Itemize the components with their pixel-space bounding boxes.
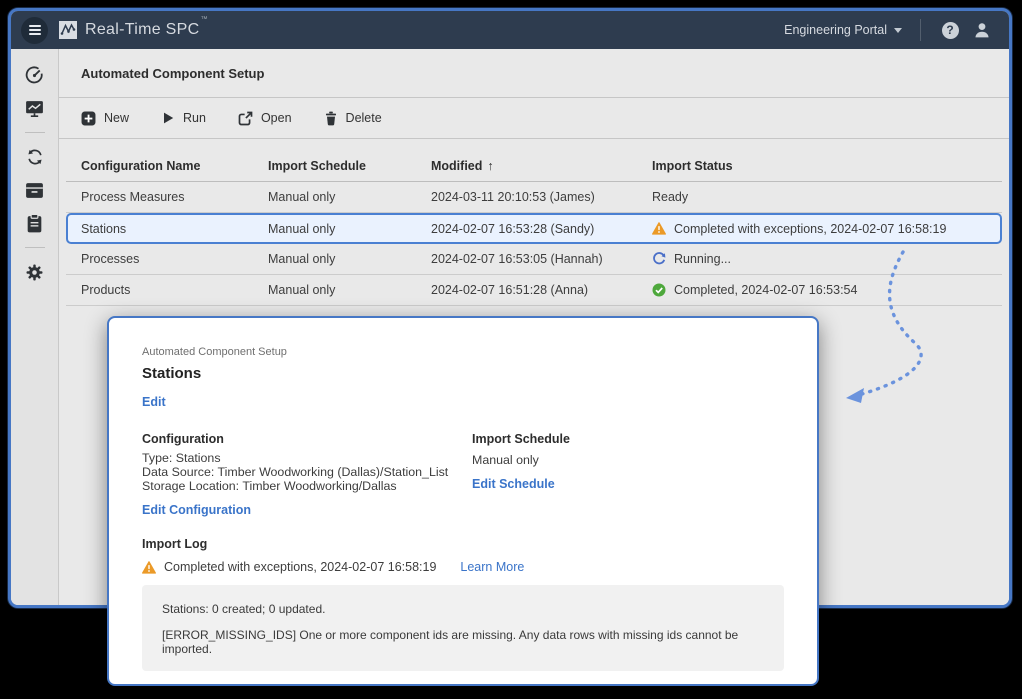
trash-icon (324, 111, 338, 126)
gear-icon (25, 263, 44, 282)
detail-panel: Automated Component Setup Stations Edit … (107, 316, 819, 686)
import-log-status-row: Completed with exceptions, 2024-02-07 16… (142, 560, 784, 574)
configuration-storage-location: Storage Location: Timber Woodworking/Dal… (142, 480, 472, 494)
header-configuration-name[interactable]: Configuration Name (81, 159, 268, 173)
cell-configuration-name: Products (81, 283, 268, 297)
cell-import-schedule: Manual only (268, 190, 431, 204)
cell-configuration-name: Process Measures (81, 190, 268, 204)
open-external-icon (238, 111, 253, 126)
header-import-schedule[interactable]: Import Schedule (268, 159, 431, 173)
configurations-table: Configuration Name Import Schedule Modif… (59, 139, 1009, 306)
cell-import-schedule: Manual only (268, 222, 431, 236)
toolbar: New Run Open (59, 98, 1009, 139)
play-icon (161, 111, 175, 125)
sidebar-item-clipboard[interactable] (23, 211, 47, 235)
new-button[interactable]: New (81, 111, 129, 126)
running-refresh-icon (652, 252, 666, 266)
header-import-status[interactable]: Import Status (652, 159, 987, 173)
cell-import-status: Completed, 2024-02-07 16:53:54 (652, 283, 987, 297)
import-log-heading: Import Log (142, 537, 784, 551)
archive-box-icon (24, 180, 45, 201)
import-schedule-section: Import Schedule Manual only Edit Schedul… (472, 432, 570, 519)
configuration-type: Type: Stations (142, 452, 472, 466)
configuration-section: Configuration Type: Stations Data Source… (142, 432, 472, 519)
status-text: Ready (652, 190, 688, 204)
left-sidebar (11, 49, 59, 605)
page-title: Automated Component Setup (59, 49, 1009, 98)
new-button-label: New (104, 111, 129, 125)
cell-import-status: Completed with exceptions, 2024-02-07 16… (652, 222, 987, 236)
portal-selector[interactable]: Engineering Portal (784, 23, 902, 37)
run-button-label: Run (183, 111, 206, 125)
help-button[interactable]: ? (939, 19, 961, 41)
cell-configuration-name: Processes (81, 252, 268, 266)
hamburger-menu-icon[interactable] (21, 17, 48, 44)
sidebar-item-sync[interactable] (23, 145, 47, 169)
cell-import-status: Running... (652, 252, 987, 266)
table-row[interactable]: Products Manual only 2024-02-07 16:51:28… (66, 275, 1002, 306)
table-row[interactable]: Processes Manual only 2024-02-07 16:53:0… (66, 244, 1002, 275)
chevron-down-icon (894, 28, 902, 33)
sort-ascending-icon: ↑ (487, 159, 493, 173)
cell-import-status: Ready (652, 190, 987, 204)
warning-icon (652, 222, 666, 235)
open-button[interactable]: Open (238, 111, 292, 126)
delete-button-label: Delete (346, 111, 382, 125)
help-icon: ? (942, 22, 959, 39)
sidebar-divider (25, 247, 45, 248)
cell-configuration-name: Stations (81, 222, 268, 236)
portal-label: Engineering Portal (784, 23, 887, 37)
sidebar-item-charts[interactable] (23, 96, 47, 120)
run-button[interactable]: Run (161, 111, 206, 125)
learn-more-link[interactable]: Learn More (460, 560, 524, 574)
import-log-output: Stations: 0 created; 0 updated. [ERROR_M… (142, 585, 784, 671)
status-text: Completed, 2024-02-07 16:53:54 (674, 283, 857, 297)
cell-import-schedule: Manual only (268, 252, 431, 266)
configuration-heading: Configuration (142, 432, 472, 446)
configuration-data-source: Data Source: Timber Woodworking (Dallas)… (142, 466, 472, 480)
sidebar-item-dashboard[interactable] (23, 63, 47, 87)
monitor-chart-icon (24, 98, 45, 119)
edit-configuration-link[interactable]: Edit Configuration (142, 503, 251, 517)
edit-schedule-link[interactable]: Edit Schedule (472, 477, 555, 491)
table-header-row: Configuration Name Import Schedule Modif… (66, 151, 1002, 182)
log-line: [ERROR_MISSING_IDS] One or more componen… (162, 628, 764, 656)
edit-link[interactable]: Edit (142, 395, 166, 409)
cell-modified: 2024-02-07 16:53:05 (Hannah) (431, 252, 652, 266)
breadcrumb: Automated Component Setup (142, 346, 784, 358)
status-text: Running... (674, 252, 731, 266)
cell-modified: 2024-03-11 20:10:53 (James) (431, 190, 652, 204)
log-line: Stations: 0 created; 0 updated. (162, 602, 764, 616)
sidebar-item-archive[interactable] (23, 178, 47, 202)
status-text: Completed with exceptions, 2024-02-07 16… (674, 222, 946, 236)
dashboard-gauge-icon (24, 65, 45, 86)
sidebar-item-settings[interactable] (23, 260, 47, 284)
table-row-selected[interactable]: Stations Manual only 2024-02-07 16:53:28… (66, 213, 1002, 244)
delete-button[interactable]: Delete (324, 111, 382, 126)
user-icon (973, 21, 991, 39)
cell-modified: 2024-02-07 16:53:28 (Sandy) (431, 222, 652, 236)
header-modified[interactable]: Modified↑ (431, 159, 652, 173)
sync-icon (25, 147, 45, 167)
trademark-symbol: ™ (200, 16, 207, 23)
plus-icon (81, 111, 96, 126)
app-logo: Real-Time SPC™ (58, 20, 208, 40)
warning-icon (142, 561, 156, 574)
cell-modified: 2024-02-07 16:51:28 (Anna) (431, 283, 652, 297)
open-button-label: Open (261, 111, 292, 125)
table-row[interactable]: Process Measures Manual only 2024-03-11 … (66, 182, 1002, 213)
user-account-button[interactable] (971, 19, 993, 41)
cell-import-schedule: Manual only (268, 283, 431, 297)
topbar-divider (920, 19, 921, 41)
top-bar: Real-Time SPC™ Engineering Portal ? (11, 11, 1009, 49)
spc-chart-logo-icon (58, 20, 78, 40)
success-check-icon (652, 283, 666, 297)
detail-title: Stations (142, 365, 784, 382)
sidebar-divider (25, 132, 45, 133)
import-schedule-heading: Import Schedule (472, 432, 570, 446)
clipboard-icon (24, 213, 45, 234)
import-log-status-text: Completed with exceptions, 2024-02-07 16… (164, 560, 436, 574)
import-schedule-value: Manual only (472, 453, 570, 467)
app-title: Real-Time SPC™ (85, 21, 208, 39)
